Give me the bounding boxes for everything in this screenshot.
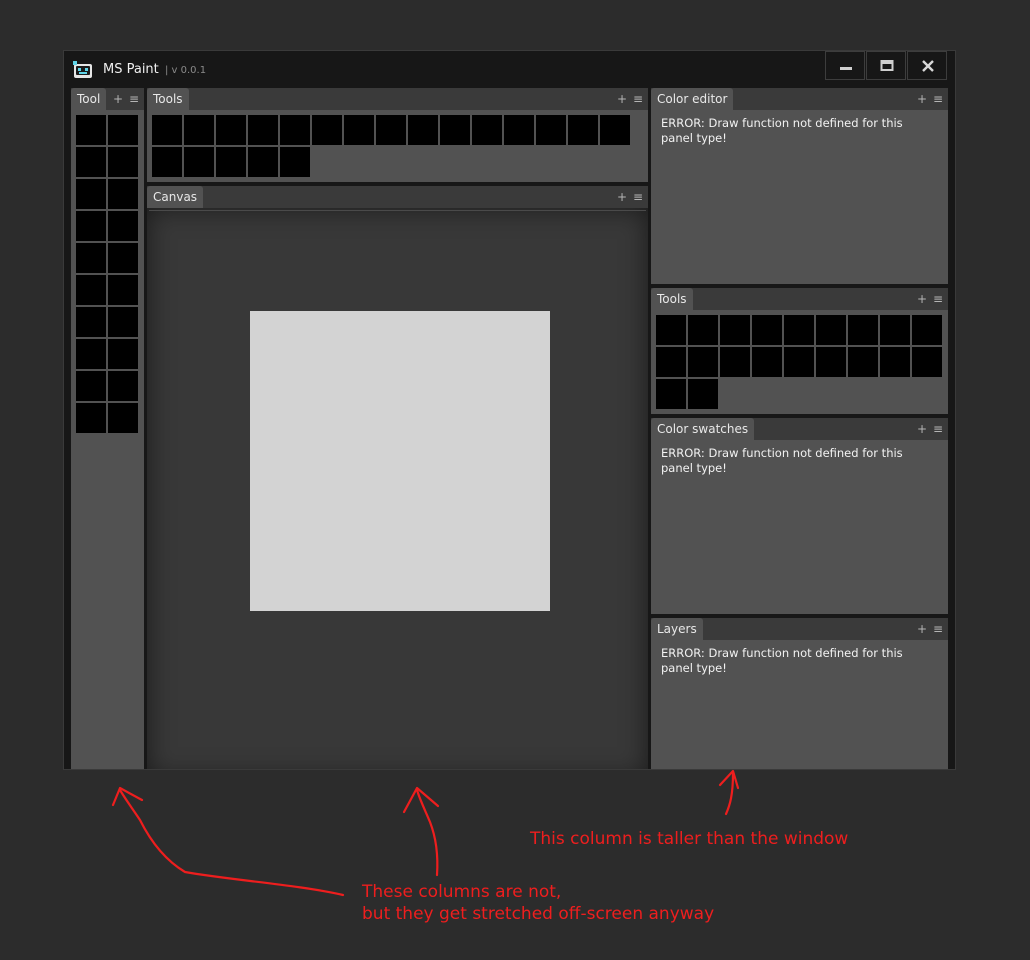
annotation-left-columns-line2: but they get stretched off-screen anyway [362, 904, 715, 924]
arrow-left-column [118, 788, 345, 897]
annotation-right-column: This column is taller than the window [530, 829, 849, 849]
arrow-right-column [724, 771, 735, 816]
arrowhead-right [718, 769, 740, 790]
annotation-left-columns-line1: These columns are not, [362, 882, 562, 902]
annotation-arrows [111, 769, 740, 897]
